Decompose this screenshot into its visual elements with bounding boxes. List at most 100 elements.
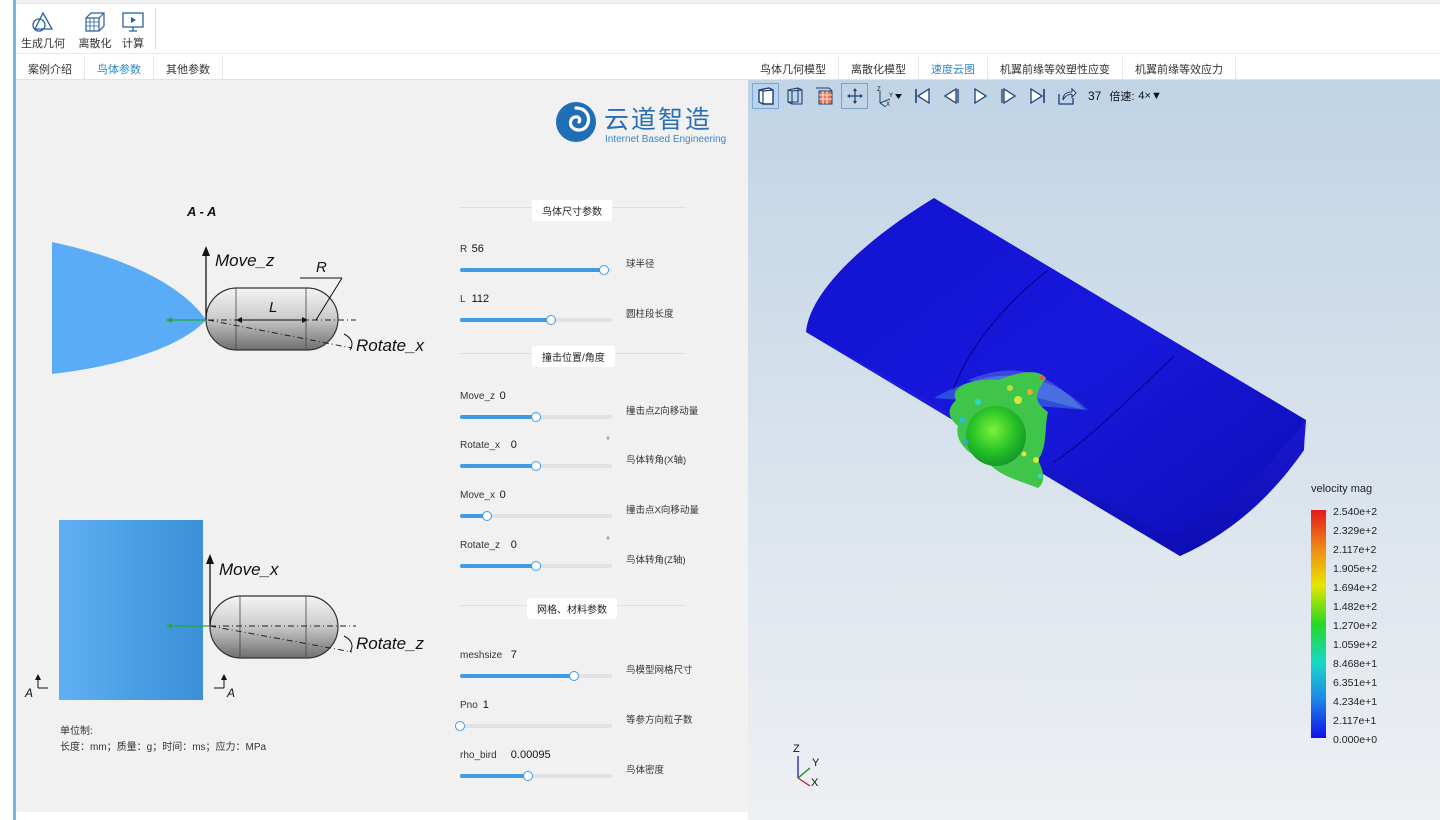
export-button[interactable] xyxy=(1053,83,1080,109)
generate-geometry-button[interactable]: 生成几何 xyxy=(18,8,68,52)
previous-frame-button[interactable] xyxy=(937,83,964,109)
slider-thumb[interactable] xyxy=(546,315,557,325)
param-meshsize: meshsize 7 鸟模型网格尺寸 xyxy=(460,649,700,690)
axis-triad: Z Y X xyxy=(793,743,820,789)
axis-y-label: Y xyxy=(812,757,820,769)
last-frame-button[interactable] xyxy=(1024,83,1051,109)
slider-thumb[interactable] xyxy=(569,671,579,681)
svg-text:Y: Y xyxy=(889,93,893,99)
next-frame-button[interactable] xyxy=(995,83,1022,109)
param-unit: ° xyxy=(606,436,610,447)
play-button[interactable] xyxy=(966,83,993,109)
axis-orientation-button[interactable]: Z YX xyxy=(870,83,906,109)
param-value[interactable]: 0 xyxy=(511,539,517,551)
param-value[interactable]: 7 xyxy=(511,649,517,661)
tab-bird-params[interactable]: 鸟体参数 xyxy=(85,56,154,79)
param-unit: ° xyxy=(606,536,610,547)
param-slider[interactable] xyxy=(460,671,612,681)
legend-label: 1.482e+2 xyxy=(1333,601,1378,613)
param-name: Pno xyxy=(460,700,478,711)
play-icon xyxy=(973,87,987,105)
legend-label: 2.540e+2 xyxy=(1333,506,1378,518)
param-slider[interactable] xyxy=(460,511,612,521)
slider-fill xyxy=(460,268,605,272)
slider-thumb[interactable] xyxy=(531,412,541,422)
wireframe-view-button[interactable] xyxy=(781,83,808,109)
tab-bird-geometry-model[interactable]: 鸟体几何模型 xyxy=(748,56,839,79)
previous-frame-icon xyxy=(943,87,959,105)
left-tab-bar: 案例介绍 鸟体参数 其他参数 xyxy=(16,56,748,80)
geometry-icon xyxy=(32,11,54,32)
slider-thumb[interactable] xyxy=(531,461,541,471)
tab-other-params[interactable]: 其他参数 xyxy=(154,56,223,79)
fit-view-button[interactable] xyxy=(841,83,868,109)
right-tab-bar: 鸟体几何模型 离散化模型 速度云图 机翼前缘等效塑性应变 机翼前缘等效应力 xyxy=(748,56,1440,80)
bird-capsule-top xyxy=(205,287,339,351)
param-value[interactable]: 56 xyxy=(472,243,484,255)
tab-discretized-model[interactable]: 离散化模型 xyxy=(839,56,919,79)
legend-label: 1.694e+2 xyxy=(1333,582,1378,594)
param-slider[interactable] xyxy=(455,721,612,731)
first-frame-button[interactable] xyxy=(908,83,935,109)
swirl-logo-icon xyxy=(556,102,596,142)
tab-equivalent-stress[interactable]: 机翼前缘等效应力 xyxy=(1123,56,1236,79)
param-slider[interactable] xyxy=(460,265,612,275)
slider-thumb[interactable] xyxy=(455,721,465,731)
param-description: 球半径 xyxy=(626,259,655,270)
mesh-view-button[interactable] xyxy=(810,83,837,109)
compute-button[interactable]: 计算 xyxy=(108,8,158,52)
length-label: L xyxy=(269,299,277,316)
slider-thumb[interactable] xyxy=(482,511,493,521)
legend-color-bar xyxy=(1311,510,1326,738)
slider-thumb[interactable] xyxy=(599,265,610,275)
legend-title: velocity mag xyxy=(1311,483,1373,495)
speed-label: 倍速: xyxy=(1109,91,1135,103)
param-slider[interactable] xyxy=(460,461,612,471)
rotate-z-label: Rotate_z xyxy=(356,634,425,653)
param-value[interactable]: 0 xyxy=(511,439,517,451)
axis-x-label: X xyxy=(811,777,819,789)
slider-thumb[interactable] xyxy=(531,561,541,571)
param-value[interactable]: 0 xyxy=(500,390,506,402)
param-description: 鸟体转角(X轴) xyxy=(626,455,687,466)
param-rotate-x: Rotate_x 0 ° 鸟体转角(X轴) xyxy=(460,436,700,480)
section-bird-size: 鸟体尺寸参数 xyxy=(532,200,612,221)
slider-thumb[interactable] xyxy=(523,771,534,781)
section-mesh-material: 网格、材料参数 xyxy=(527,598,617,619)
param-value[interactable]: 0 xyxy=(500,489,506,501)
slider-fill xyxy=(460,774,529,778)
param-r: R 56 球半径 xyxy=(460,243,700,284)
param-description: 鸟模型网格尺寸 xyxy=(626,665,693,676)
param-value[interactable]: 1 xyxy=(483,699,489,711)
section-a-right: A xyxy=(226,686,235,700)
section-aa-label: A - A xyxy=(186,204,216,219)
frame-number: 37 xyxy=(1088,89,1102,103)
solid-view-icon xyxy=(757,87,774,105)
slider-fill xyxy=(460,415,536,419)
speed-select[interactable]: 4×▼ xyxy=(1138,90,1161,102)
param-slider[interactable] xyxy=(460,412,612,422)
tab-velocity-contour[interactable]: 速度云图 xyxy=(919,56,988,79)
legend-label: 1.270e+2 xyxy=(1333,620,1378,632)
param-name: L xyxy=(460,294,466,305)
unit-system-title: 单位制: xyxy=(60,726,93,737)
axis-orientation-icon: Z YX xyxy=(877,87,902,107)
svg-text:X: X xyxy=(886,102,890,107)
tab-case-intro[interactable]: 案例介绍 xyxy=(16,56,85,79)
tab-plastic-strain[interactable]: 机翼前缘等效塑性应变 xyxy=(988,56,1123,79)
legend-label: 0.000e+0 xyxy=(1333,734,1378,746)
velocity-contour-viewport[interactable]: Z Y X xyxy=(748,110,1440,820)
param-name: Move_z xyxy=(460,391,496,402)
param-value[interactable]: 112 xyxy=(472,293,490,305)
toolbar-divider xyxy=(155,8,156,50)
solid-view-button[interactable] xyxy=(752,83,779,109)
logo-tagline: Internet Based Engineering xyxy=(605,134,727,145)
bird-capsule-bottom xyxy=(209,595,339,659)
viewer-toolbar: Z YX 37 倍速: 4×▼ xyxy=(752,82,1436,110)
param-rotate-z: Rotate_z 0 ° 鸟体转角(Z轴) xyxy=(460,536,700,580)
param-slider[interactable] xyxy=(460,771,612,781)
param-value[interactable]: 0.00095 xyxy=(511,749,551,761)
param-slider[interactable] xyxy=(460,561,612,571)
param-description: 撞击点X向移动量 xyxy=(626,505,699,516)
param-slider[interactable] xyxy=(460,315,612,325)
